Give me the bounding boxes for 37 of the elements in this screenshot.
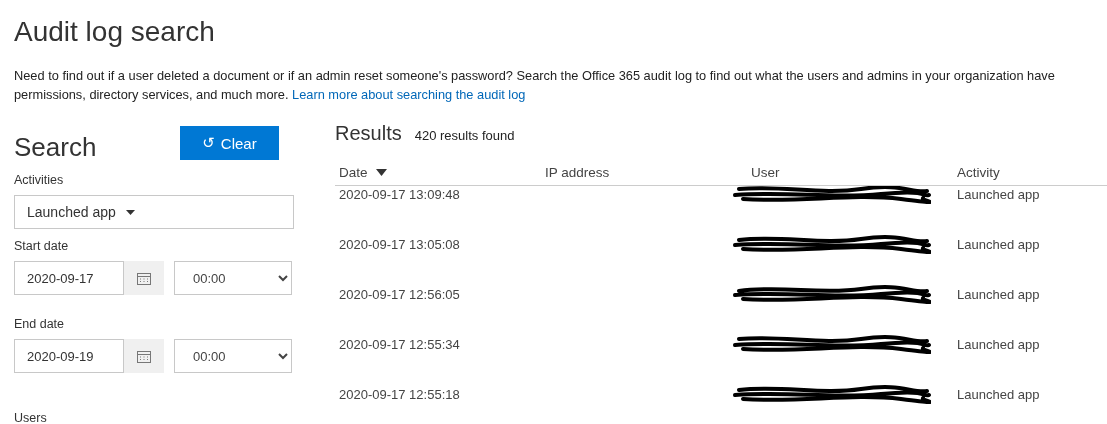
table-cell-text: 2020-09-17 12:55:18 bbox=[338, 386, 461, 402]
clear-button[interactable]: ↺ Clear bbox=[180, 126, 279, 160]
table-cell-text: 2020-09-17 13:05:08 bbox=[338, 236, 461, 252]
table-cell-text: Launched app bbox=[956, 336, 1041, 352]
intro-text: permissions, directory services, and much more. Learn more about searching the audit log bbox=[14, 86, 526, 104]
date-label: End date bbox=[14, 317, 66, 331]
time-dropdown[interactable]: 00:00 bbox=[174, 339, 292, 373]
table-cell-text: Launched app bbox=[956, 186, 1041, 202]
intro-text: Need to find out if a user deleted a document or if an admin reset someone's password? Search the Office 365 audit log to find out what the users and admins in your organization have bbox=[14, 67, 1055, 85]
users-label: Users bbox=[14, 411, 48, 424]
calendar-button[interactable] bbox=[124, 339, 164, 373]
table-cell-text: 2020-09-17 13:09:48 bbox=[338, 186, 461, 202]
calendar-button[interactable] bbox=[124, 261, 164, 295]
learn-more-link[interactable]: Learn more about searching the audit log bbox=[292, 87, 526, 102]
column-header[interactable]: User bbox=[747, 165, 780, 180]
date-field[interactable]: 2020-09-17 bbox=[14, 261, 124, 295]
caret-icon bbox=[125, 209, 135, 215]
date-field[interactable]: 2020-09-19 bbox=[14, 339, 124, 373]
activities-label: Activities bbox=[14, 173, 65, 187]
table-cell-text: Launched app bbox=[956, 386, 1041, 402]
table-cell-text: 2020-09-17 12:55:34 bbox=[338, 336, 461, 352]
page-title: Audit log search bbox=[14, 16, 216, 48]
column-header[interactable]: Date bbox=[335, 165, 387, 180]
date-label: Start date bbox=[14, 239, 70, 253]
column-header[interactable]: IP address bbox=[541, 165, 610, 180]
results-count: 420 results found bbox=[414, 128, 515, 143]
time-dropdown[interactable]: 00:00 bbox=[174, 261, 292, 295]
table-cell-text: Launched app bbox=[956, 236, 1041, 252]
table-cell-text: Launched app bbox=[956, 286, 1041, 302]
calendar-icon bbox=[137, 349, 151, 363]
calendar-icon bbox=[137, 271, 151, 285]
search-heading: Search bbox=[14, 132, 97, 163]
results-heading: Results bbox=[335, 122, 402, 145]
activities-dropdown[interactable]: Launched app bbox=[14, 195, 294, 229]
table-cell-text: 2020-09-17 12:56:05 bbox=[338, 286, 461, 302]
column-header[interactable]: Activity bbox=[953, 165, 1000, 180]
undo-icon: ↺ bbox=[202, 134, 215, 152]
